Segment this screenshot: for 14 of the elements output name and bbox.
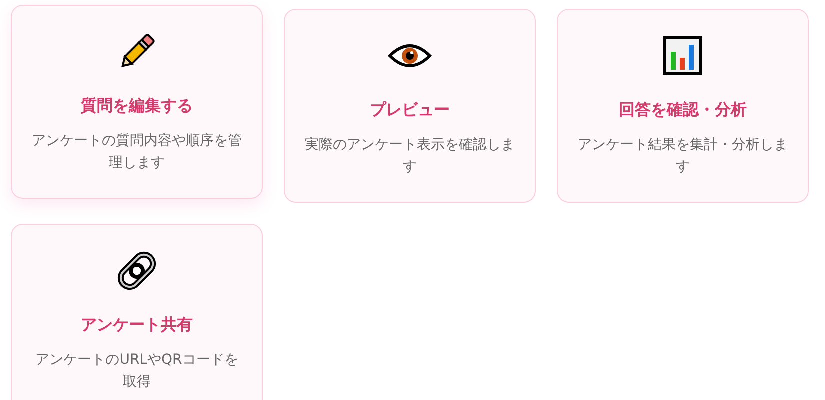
bar-chart-icon [663, 36, 703, 76]
feature-card[interactable]: 回答を確認・分析 アンケート結果を集計・分析します [557, 9, 809, 203]
card-title: アンケート共有 [81, 314, 193, 336]
card-description: 実際のアンケート表示を確認します [305, 136, 515, 177]
card-title: 質問を編集する [81, 95, 193, 117]
card-title: プレビュー [370, 99, 450, 121]
card-description: アンケートの質問内容や順序を管理します [32, 132, 242, 173]
card-description: アンケート結果を集計・分析します [578, 136, 788, 177]
link-icon [115, 249, 159, 293]
card-description: アンケートのURLやQRコードを取得 [34, 351, 240, 392]
feature-card[interactable]: プレビュー 実際のアンケート表示を確認します [284, 9, 536, 203]
card-title: 回答を確認・分析 [619, 99, 747, 121]
feature-card[interactable]: アンケート共有 アンケートのURLやQRコードを取得 [11, 224, 263, 400]
feature-card[interactable]: 質問を編集する アンケートの質問内容や順序を管理します [11, 5, 263, 199]
